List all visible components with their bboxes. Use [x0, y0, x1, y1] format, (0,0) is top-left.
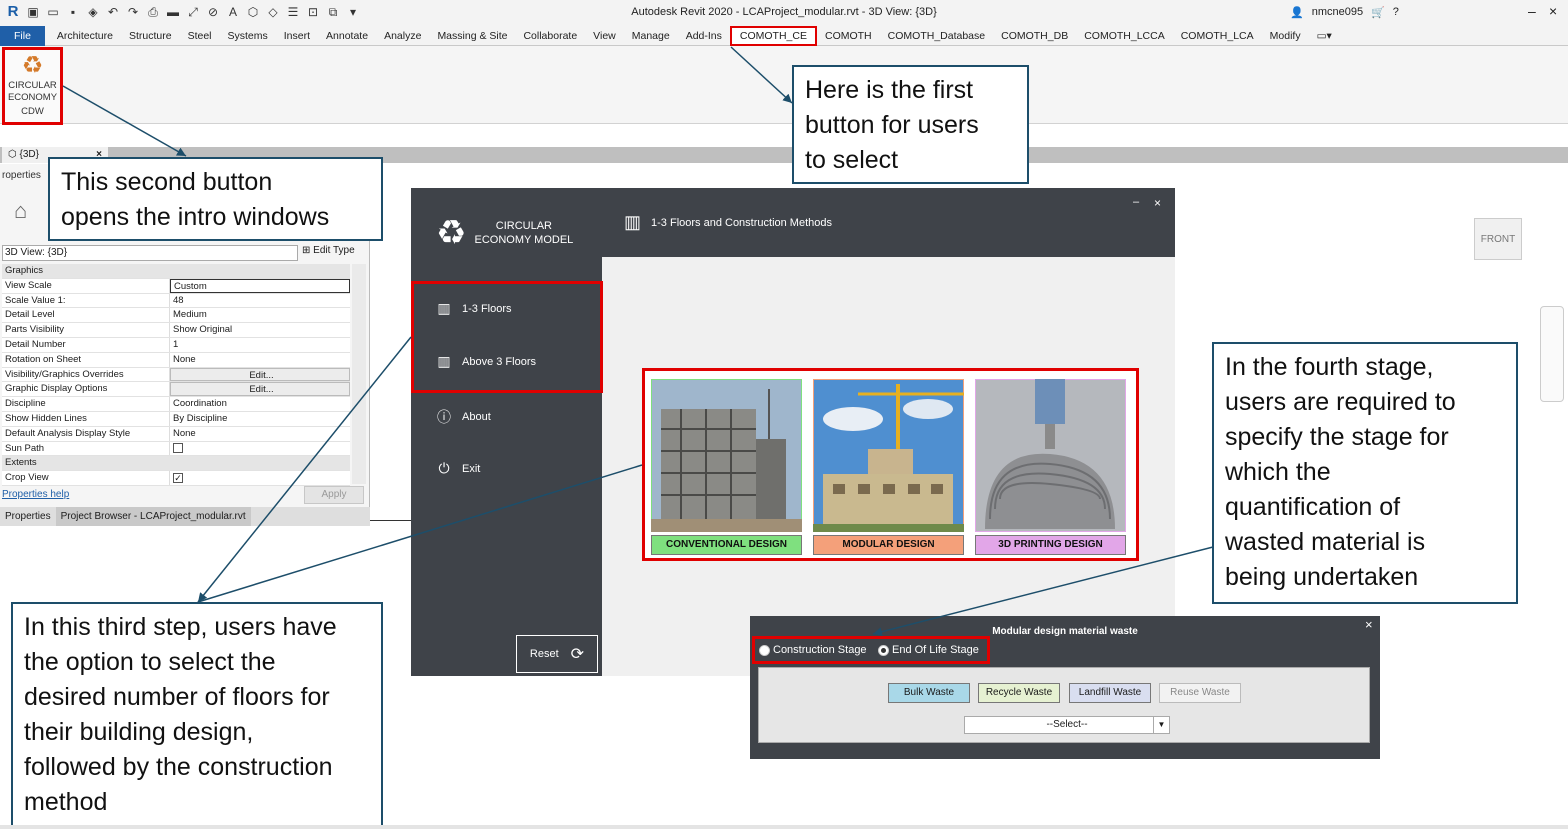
callout-line: to select: [805, 146, 899, 174]
callout-line: wasted material is: [1225, 528, 1426, 556]
callout-line: desired number of floors for: [24, 683, 330, 711]
callout-line: This second button: [61, 168, 273, 196]
arrow-second-button: [62, 85, 187, 157]
callout-fourth-stage: In the fourth stage, users are required …: [1212, 342, 1518, 604]
arrow-third-step-a: [197, 336, 412, 603]
callout-line: Here is the first: [805, 76, 974, 104]
arrow-first-button: [730, 46, 793, 104]
callout-line: the option to select the: [24, 648, 276, 676]
arrow-third-step-b: [197, 464, 643, 603]
callout-line: In this third step, users have: [24, 613, 337, 641]
callout-line: quantification of: [1225, 493, 1401, 521]
callout-line: followed by the construction: [24, 753, 333, 781]
status-strip: [0, 825, 1568, 829]
callout-first-button: Here is the first button for users to se…: [792, 65, 1029, 184]
callout-line: their building design,: [24, 718, 254, 746]
callout-line: specify the stage for: [1225, 423, 1449, 451]
arrow-fourth-stage: [872, 546, 1214, 637]
callout-line: users are required to: [1225, 388, 1456, 416]
callout-line: button for users: [805, 111, 979, 139]
callout-line: In the fourth stage,: [1225, 353, 1434, 381]
callout-second-button: This second button opens the intro windo…: [48, 157, 383, 241]
callout-line: opens the intro windows: [61, 203, 330, 231]
callout-line: being undertaken: [1225, 563, 1419, 591]
callout-line: method: [24, 788, 108, 816]
callout-third-step: In this third step, users have the optio…: [11, 602, 383, 827]
callout-line: which the: [1225, 458, 1331, 486]
